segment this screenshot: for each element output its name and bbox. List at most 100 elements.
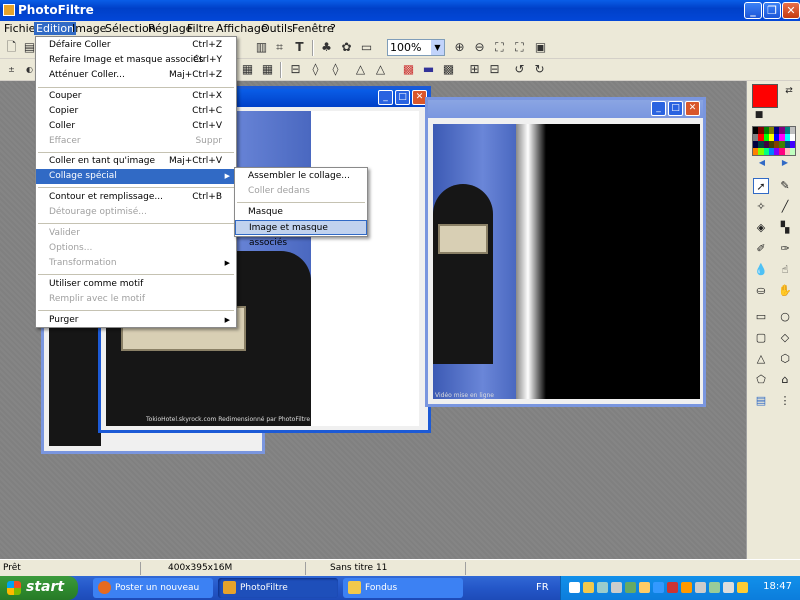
task-firefox[interactable]: Poster un nouveau s... [93,578,213,598]
folder-shape-icon[interactable]: ⌂ [777,372,793,388]
zoom-out-icon[interactable]: ⊖ [472,40,487,55]
ellipse-select-icon[interactable]: ○ [777,309,793,325]
rotate-right-icon[interactable]: ↻ [532,62,547,77]
tray-icon[interactable] [709,582,720,593]
menu-item-attenuer[interactable]: Atténuer Coller... Maj+Ctrl+Z [36,68,236,83]
rotate-left-icon[interactable]: ↺ [512,62,527,77]
language-indicator[interactable]: FR [536,582,549,593]
start-button[interactable]: start [0,576,78,600]
tray-icon[interactable] [737,582,748,593]
filter-icon[interactable]: ✿ [339,40,354,55]
tray-icon[interactable] [681,582,692,593]
triangle-select-icon[interactable]: △ [753,351,769,367]
menu-filtre[interactable]: Filtre [185,22,216,35]
zoom-in-icon[interactable]: ⊕ [452,40,467,55]
rgb-icon[interactable]: ▩ [401,62,416,77]
blur-drop-icon[interactable]: 💧 [753,262,769,278]
volume-icon[interactable] [723,582,734,593]
tray-icon[interactable] [653,582,664,593]
tree-icon[interactable]: ♣ [319,40,334,55]
green-grid-icon[interactable]: ▦ [260,62,275,77]
vertical-text-icon[interactable]: ⋮ [777,393,793,409]
menu-item-refaire[interactable]: Refaire Image et masque associés Ctrl+Y [36,53,236,68]
rectangle-select-icon[interactable]: ▭ [753,309,769,325]
window-minimize-button[interactable]: _ [378,90,393,105]
zoom-select[interactable]: 100% ▼ [387,39,445,56]
smudge-icon[interactable]: ☝ [777,262,793,278]
menu-item-defaire-coller[interactable]: Défaire Coller Ctrl+Z [36,38,236,53]
rounded-rect-icon[interactable]: ▢ [753,330,769,346]
drop-icon[interactable]: ◊ [308,62,323,77]
advanced-brush-icon[interactable]: ✑ [777,241,793,257]
window-minimize-button[interactable]: _ [651,101,666,116]
text-tool-icon[interactable]: T [292,40,307,55]
submenu-item-assembler[interactable]: Assembler le collage... [235,169,367,184]
chevron-down-icon[interactable]: ▼ [431,40,444,55]
menu-item-couper[interactable]: Couper Ctrl+X [36,89,236,104]
auto-level-icon[interactable]: ± [4,62,19,77]
color-cell[interactable] [789,134,795,141]
menu-item-coller[interactable]: Coller Ctrl+V [36,119,236,134]
mirror-icon[interactable]: ⊞ [467,62,482,77]
task-photofiltre[interactable]: PhotoFiltre [218,578,338,598]
task-fondus[interactable]: Fondus [343,578,463,598]
spray-icon[interactable]: ▚ [777,220,793,236]
menu-item-contour[interactable]: Contour et remplissage... Ctrl+B [36,190,236,205]
submenu-item-masque[interactable]: Masque [235,205,367,220]
diamond-icon[interactable]: ◇ [777,330,793,346]
menu-item-coller-image[interactable]: Coller en tant qu'image Maj+Ctrl+V [36,154,236,169]
tray-icon[interactable] [611,582,622,593]
pointer-tool-icon[interactable]: ➚ [753,178,769,194]
color-cell[interactable] [789,127,795,134]
lasso-icon[interactable]: ⬡ [777,351,793,367]
screen-icon[interactable]: ▣ [533,40,548,55]
submenu-item-image-masque[interactable]: Image et masque associés [235,220,367,248]
tray-icon[interactable] [667,582,678,593]
tray-icon[interactable] [695,582,706,593]
crop-icon[interactable]: ⌗ [272,40,287,55]
palette-next-icon[interactable]: ▶ [777,155,793,171]
tray-icon[interactable] [583,582,594,593]
blur-drop-icon[interactable]: ◊ [328,62,343,77]
sharpen-icon[interactable]: △ [373,62,388,77]
line-tool-icon[interactable]: ╱ [777,199,793,215]
eyedropper-icon[interactable]: ✎ [777,178,793,194]
tray-icon[interactable] [569,582,580,593]
tray-icon[interactable] [625,582,636,593]
close-button[interactable]: ✕ [782,2,800,19]
copy-image-icon[interactable]: ▥ [254,40,269,55]
color-cell[interactable] [789,141,795,148]
stamp-icon[interactable]: ⛀ [753,283,769,299]
fill-bucket-icon[interactable]: ◈ [753,220,769,236]
reset-colors-icon[interactable]: ■ [751,107,767,123]
polygon-icon[interactable]: ⬠ [753,372,769,388]
color-grid[interactable] [752,126,796,156]
menu-help[interactable]: ? [328,22,338,35]
new-file-icon[interactable]: 🗋 [4,40,19,55]
restore-button[interactable]: ❐ [763,2,781,19]
window-maximize-button[interactable]: □ [668,101,683,116]
hand-icon[interactable]: ✋ [777,283,793,299]
swap-colors-icon[interactable]: ⇄ [781,83,797,99]
flip-icon[interactable]: ⊟ [288,62,303,77]
tray-icon[interactable] [597,582,608,593]
full-view-icon[interactable]: ⛶ [512,40,527,55]
menu-item-utiliser-motif[interactable]: Utiliser comme motif [36,277,236,292]
window-maximize-button[interactable]: □ [395,90,410,105]
brush-icon[interactable]: ✐ [753,241,769,257]
magic-wand-icon[interactable]: ✧ [753,199,769,215]
menu-item-copier[interactable]: Copier Ctrl+C [36,104,236,119]
palette-prev-icon[interactable]: ◀ [754,155,770,171]
window-icon[interactable]: ▭ [359,40,374,55]
select-all-icon[interactable]: ▤ [753,393,769,409]
color-cell[interactable] [789,148,795,155]
grayscale-icon[interactable]: ▩ [441,62,456,77]
foreground-color-swatch[interactable] [752,84,778,108]
window-close-button[interactable]: ✕ [685,101,700,116]
image-canvas[interactable]: Vidéo mise en ligne [433,124,516,399]
document-window-front[interactable]: _ □ ✕ Vidéo mise en ligne [425,97,706,407]
tray-icon[interactable] [639,582,650,593]
gradient-icon[interactable]: ▬ [421,62,436,77]
menu-item-purger[interactable]: Purger ▶ [36,313,236,328]
fit-icon[interactable]: ⛶ [492,40,507,55]
